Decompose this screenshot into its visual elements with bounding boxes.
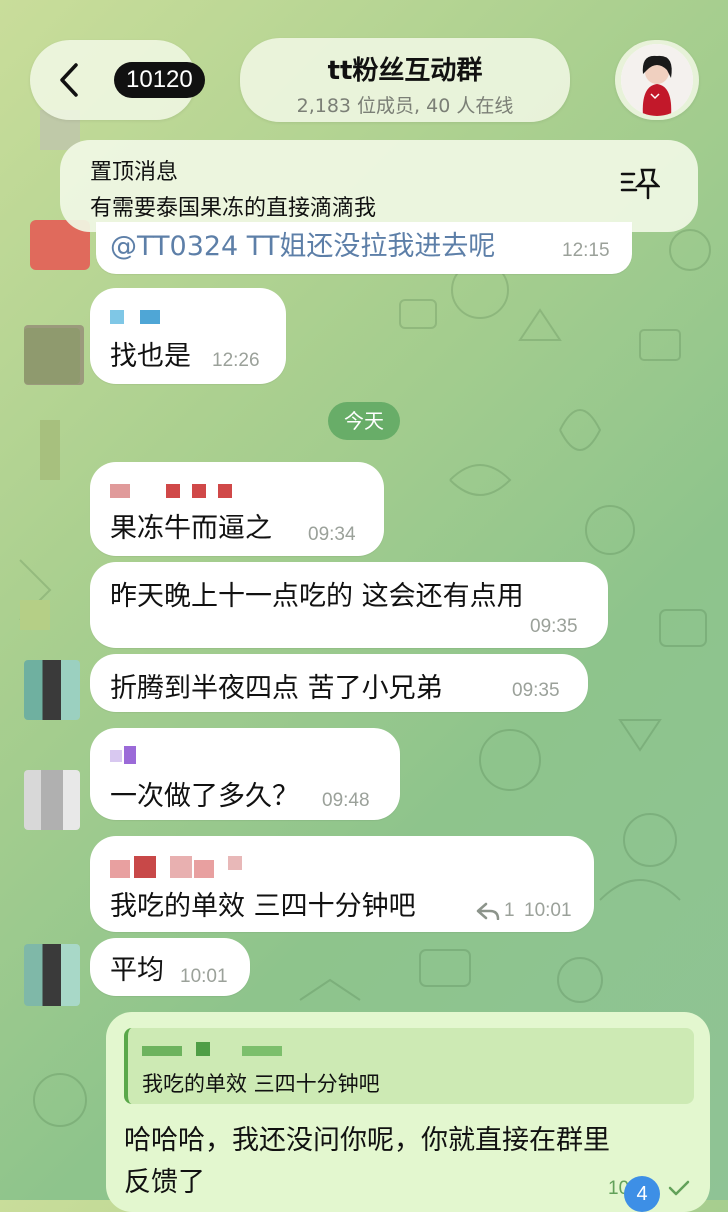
message-time: 12:26	[212, 350, 260, 371]
pinned-label: 置顶消息	[90, 160, 179, 185]
message-text: 一次做了多久？	[110, 781, 299, 812]
unread-count-badge: 10120	[114, 62, 205, 98]
message-bubble[interactable]: 果冻牛而逼之 09:34	[90, 462, 384, 556]
message-time: 09:34	[308, 524, 356, 545]
message-bubble[interactable]: 一次做了多久？ 09:48	[90, 728, 400, 820]
message-bubble[interactable]: 昨天晚上十一点吃的 这会还有点用 09:35	[90, 562, 608, 648]
check-icon	[668, 1180, 690, 1196]
message-text: 平均	[110, 955, 164, 986]
message-time: 09:48	[322, 790, 370, 811]
message-bubble[interactable]: 我吃的单效 三四十分钟吧 1 10:01	[90, 836, 594, 932]
pin-icon[interactable]	[620, 166, 660, 200]
sender-avatar	[24, 660, 80, 720]
sender-name-redacted	[110, 856, 260, 878]
group-avatar-button[interactable]	[615, 40, 699, 120]
message-time: 12:15	[562, 240, 610, 261]
reply-count: 1	[504, 900, 515, 921]
chevron-left-icon	[60, 63, 78, 97]
message-bubble[interactable]: 折腾到半夜四点 苦了小兄弟 09:35	[90, 654, 588, 712]
unread-badge[interactable]: 4	[624, 1176, 660, 1212]
message-time: 09:35	[530, 616, 578, 637]
sender-avatar	[24, 944, 80, 1006]
message-time: 09:35	[512, 680, 560, 701]
chat-subtitle: 2,183 位成员, 40 人在线	[296, 95, 514, 117]
back-button[interactable]: 10120	[30, 40, 205, 120]
chat-title: tt粉丝互动群	[327, 56, 483, 86]
sender-name-redacted	[110, 746, 150, 764]
own-message-text-line1: 哈哈哈，我还没问你呢，你就直接在群里	[124, 1125, 610, 1156]
message-text: @TT0324 TT姐还没拉我进去呢	[110, 231, 496, 262]
chat-header[interactable]: tt粉丝互动群 2,183 位成员, 40 人在线	[240, 38, 570, 122]
message-time: 10:01	[524, 900, 572, 921]
quoted-text: 我吃的单效 三四十分钟吧	[142, 1072, 380, 1096]
date-separator: 今天	[328, 402, 400, 440]
message-time: 10:01	[180, 966, 228, 987]
message-bubble[interactable]: @TT0324 TT姐还没拉我进去呢 12:15	[96, 222, 632, 274]
message-text: 折腾到半夜四点 苦了小兄弟	[110, 673, 443, 704]
message-text: 找也是	[110, 341, 191, 372]
message-text: 昨天晚上十一点吃的 这会还有点用	[110, 581, 524, 612]
own-message-text-line2: 反馈了	[124, 1167, 205, 1198]
quoted-sender-redacted	[142, 1042, 302, 1056]
pinned-text: 有需要泰国果冻的直接滴滴我	[90, 196, 377, 221]
message-text: 我吃的单效 三四十分钟吧	[110, 891, 416, 922]
pinned-message-bar[interactable]: 置顶消息 有需要泰国果冻的直接滴滴我	[60, 140, 698, 232]
quoted-reply[interactable]: 我吃的单效 三四十分钟吧	[124, 1028, 694, 1104]
group-avatar	[621, 44, 693, 116]
sender-name-redacted	[110, 484, 240, 498]
message-bubble[interactable]: 平均 10:01	[90, 938, 250, 996]
message-bubble[interactable]: 找也是 12:26	[90, 288, 286, 384]
sender-name-redacted	[110, 310, 160, 324]
sender-avatar	[24, 770, 80, 830]
message-text: 果冻牛而逼之	[110, 513, 272, 544]
sender-avatar	[24, 328, 80, 384]
reply-icon[interactable]	[476, 902, 500, 920]
